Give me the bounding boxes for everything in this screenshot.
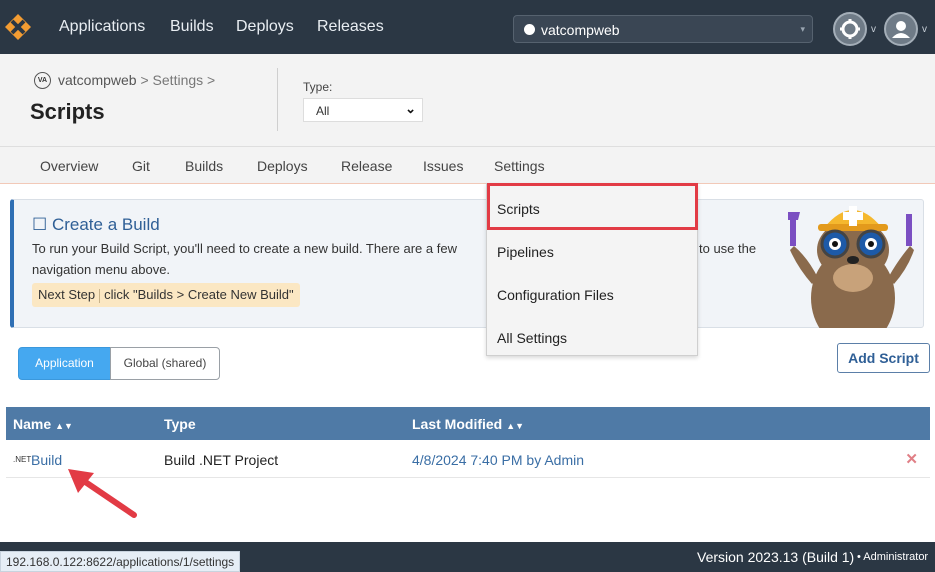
nav-releases[interactable]: Releases: [317, 18, 384, 36]
column-header-last-modified[interactable]: Last Modified ▲▼: [412, 416, 524, 432]
status-bar-url: 192.168.0.122:8622/applications/1/settin…: [0, 551, 241, 572]
script-last-modified: 4/8/2024 7:40 PM by Admin: [412, 452, 584, 468]
breadcrumb-app-link[interactable]: vatcompweb: [58, 72, 137, 88]
tab-git[interactable]: Git: [132, 158, 150, 174]
tab-overview[interactable]: Overview: [40, 158, 98, 174]
scope-application-button[interactable]: Application: [18, 347, 111, 380]
delete-icon[interactable]: ✕: [905, 450, 918, 468]
script-name-link[interactable]: Build: [31, 452, 62, 468]
next-step-hint: Next Step click "Builds > Create New Buil…: [32, 283, 300, 307]
settings-caret-icon[interactable]: v: [871, 24, 876, 35]
next-step-divider: [99, 288, 101, 303]
tab-deploys[interactable]: Deploys: [257, 158, 308, 174]
user-menu-button[interactable]: [884, 12, 918, 46]
column-header-name[interactable]: Name ▲▼: [13, 416, 73, 432]
banner-text-line2: navigation menu above.: [32, 262, 171, 277]
script-type: Build .NET Project: [164, 452, 279, 468]
column-header-name-label: Name: [13, 416, 52, 432]
breadcrumb: vatcompweb > Settings >: [58, 72, 215, 88]
menu-item-all-settings[interactable]: All Settings: [487, 315, 697, 358]
column-header-last-modified-label: Last Modified: [412, 416, 503, 432]
breadcrumb-settings[interactable]: > Settings >: [137, 72, 215, 88]
type-filter-label: Type:: [303, 80, 333, 94]
nav-deploys[interactable]: Deploys: [236, 18, 294, 36]
settings-button[interactable]: [833, 12, 867, 46]
sort-icon: ▲▼: [55, 421, 73, 431]
type-filter-value: All: [316, 104, 330, 118]
nav-builds[interactable]: Builds: [170, 18, 214, 36]
tab-release[interactable]: Release: [341, 158, 392, 174]
application-selector-value: vatcompweb: [541, 22, 620, 38]
pointer-arrow-icon: [68, 469, 137, 518]
nav-applications[interactable]: Applications: [59, 18, 145, 36]
dotnet-badge: .NET: [13, 455, 32, 464]
application-selector[interactable]: vatcompweb ▾: [513, 15, 813, 43]
chevron-down-icon: ▾: [800, 24, 805, 34]
banner-title: ☐ Create a Build: [32, 215, 160, 234]
table-row: .NET Build Build .NET Project 4/8/2024 7…: [6, 441, 930, 478]
user-icon: [892, 21, 910, 38]
mascot-illustration: [788, 206, 914, 328]
header-divider: [277, 68, 278, 131]
next-step-label: Next Step: [38, 287, 96, 302]
tab-issues[interactable]: Issues: [423, 158, 463, 174]
create-build-banner: ☐ Create a Build To run your Build Scrip…: [10, 199, 924, 328]
banner-text: To run your Build Script, you'll need to…: [32, 241, 457, 256]
user-caret-icon[interactable]: v: [922, 24, 927, 35]
next-step-text: click "Builds > Create New Build": [104, 287, 294, 302]
application-icon: [524, 24, 535, 35]
type-filter-select[interactable]: All ⌄: [303, 98, 423, 122]
scope-global-button[interactable]: Global (shared): [110, 347, 220, 380]
banner-text-continued: to use the: [699, 241, 757, 256]
chevron-down-icon: ⌄: [405, 101, 416, 116]
scripts-table-header: Name ▲▼ Type Last Modified ▲▼: [6, 407, 930, 440]
sort-icon: ▲▼: [506, 421, 525, 431]
highlight-box: [487, 183, 698, 230]
menu-item-configuration-files[interactable]: Configuration Files: [487, 272, 697, 315]
gear-icon: [840, 19, 860, 39]
tab-settings[interactable]: Settings: [494, 158, 545, 174]
page-header: VA vatcompweb > Settings > Scripts Type:…: [0, 54, 935, 146]
page-title: Scripts: [30, 99, 105, 124]
top-nav-bar: Applications Builds Deploys Releases vat…: [0, 0, 935, 54]
menu-item-pipelines[interactable]: Pipelines: [487, 229, 697, 272]
add-script-button[interactable]: Add Script: [837, 343, 930, 373]
app-tab-bar: Overview Git Builds Deploys Release Issu…: [0, 146, 935, 184]
user-role-text: • Administrator: [857, 551, 929, 563]
app-logo-icon[interactable]: [4, 13, 32, 41]
app-badge-icon: VA: [34, 72, 51, 89]
column-header-type: Type: [164, 416, 196, 432]
tab-builds[interactable]: Builds: [185, 158, 223, 174]
version-text: Version 2023.13 (Build 1): [697, 549, 855, 565]
